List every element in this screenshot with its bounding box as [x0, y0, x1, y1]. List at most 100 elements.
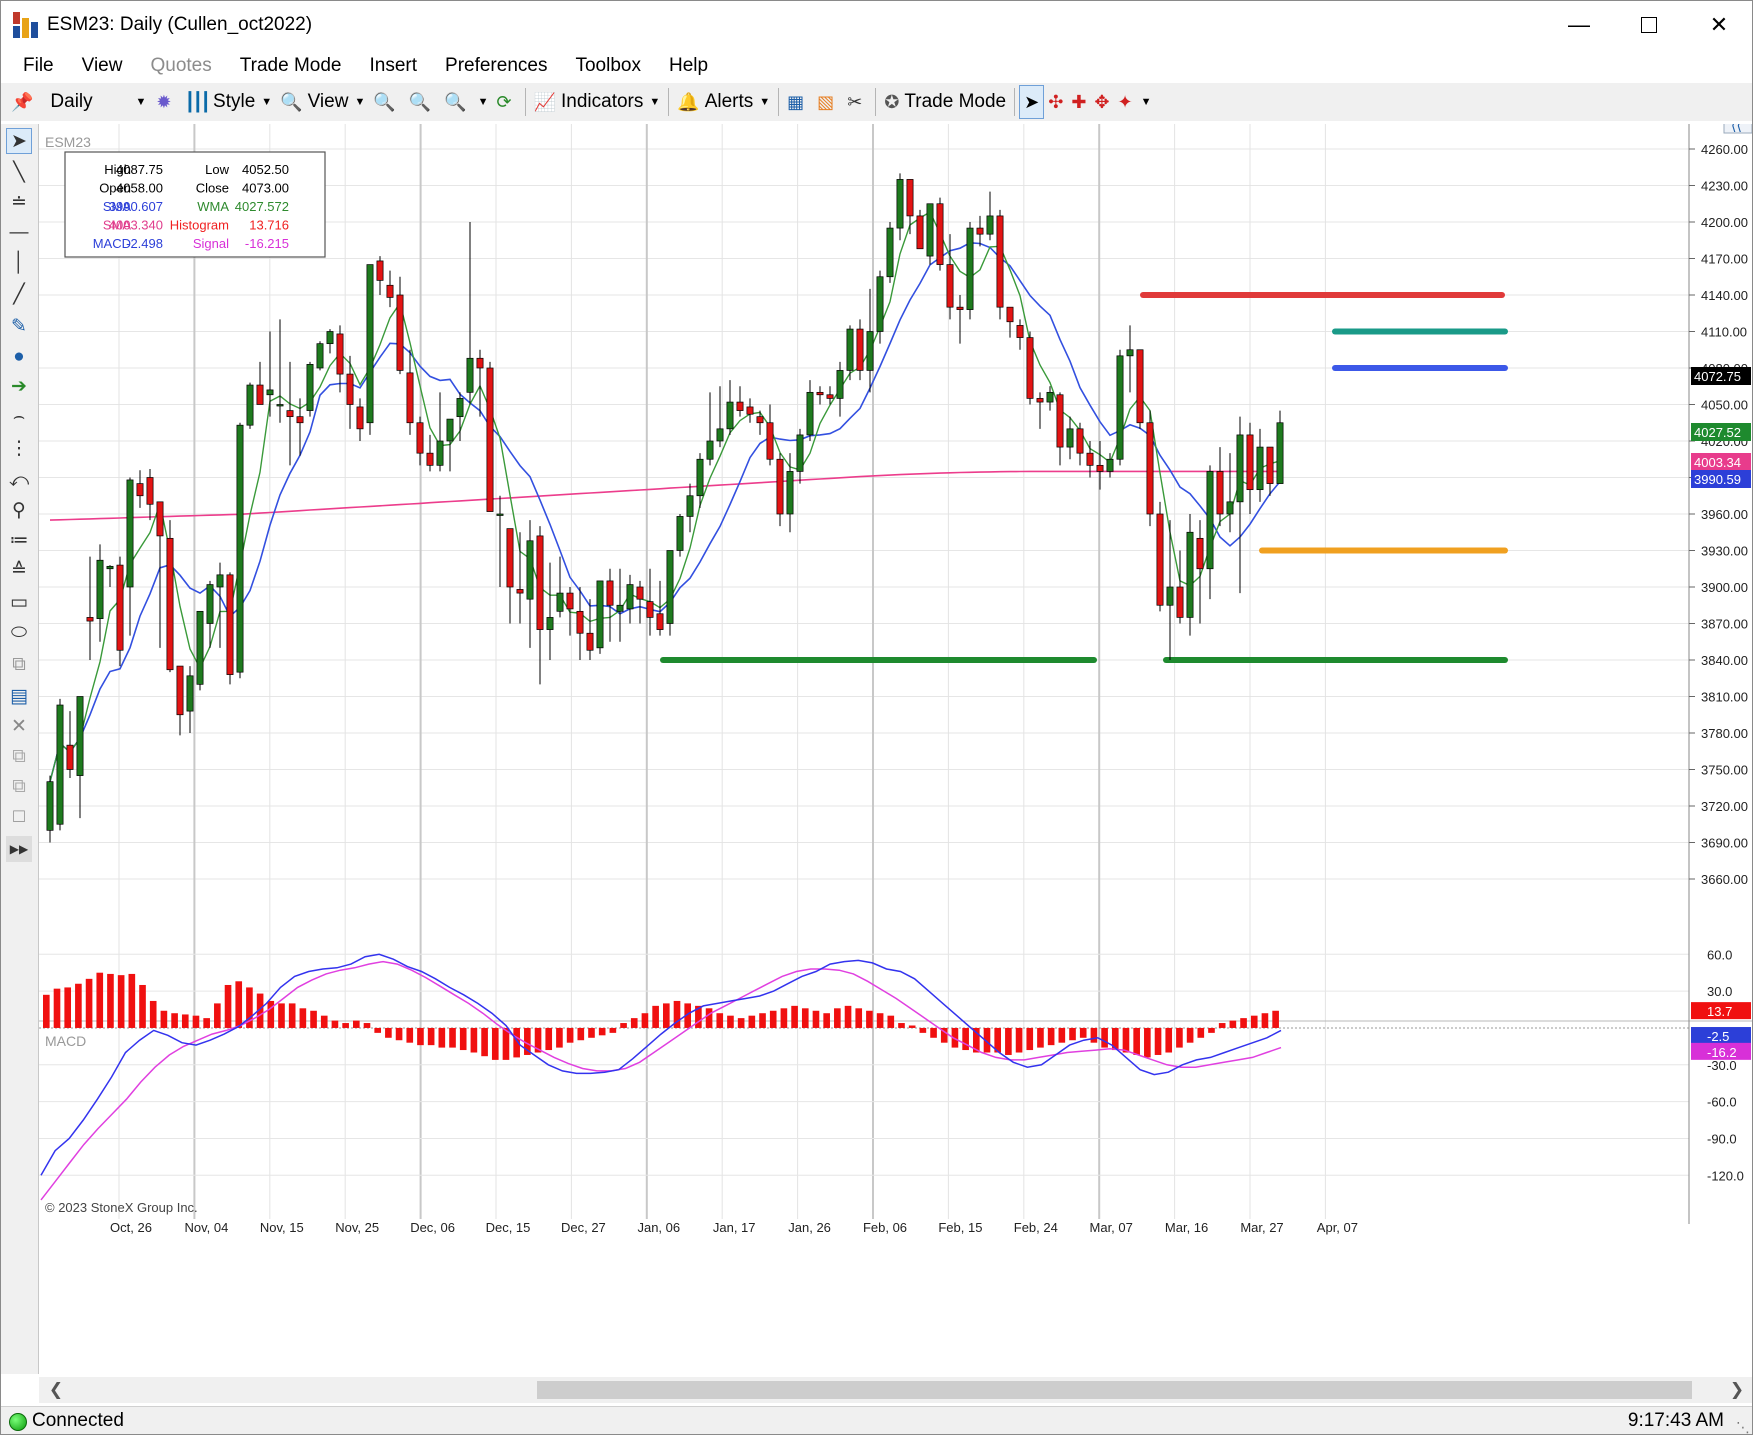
- arrow-tool-button[interactable]: ➔: [6, 374, 32, 400]
- style-button[interactable]: ┃┃┃ Style ▼: [181, 85, 277, 119]
- note-icon: ✎: [11, 316, 27, 337]
- zoom-menu-button[interactable]: 🔍 ▼: [440, 85, 492, 119]
- down-candle: [1246, 434, 1254, 491]
- date-label: Nov, 15: [260, 1220, 304, 1235]
- macd-tick-label: -30.0: [1707, 1058, 1737, 1073]
- pitchfork-tool-button[interactable]: ⚲: [6, 498, 32, 524]
- crosshair-lines-button[interactable]: ✚: [1067, 85, 1090, 119]
- draw-button[interactable]: ✹: [152, 85, 180, 119]
- macd-histogram-bar: [310, 1010, 317, 1028]
- macd-histogram-bar: [470, 1027, 478, 1053]
- horizontal-scrollbar[interactable]: ❮ ❯: [39, 1377, 1752, 1403]
- pointer-tool-button[interactable]: ➤: [1019, 85, 1045, 119]
- regression-tool-button[interactable]: ≙: [6, 558, 32, 584]
- down-candle: [1026, 337, 1034, 399]
- scroll-left-button[interactable]: ❮: [43, 1377, 69, 1403]
- scroll-right-button[interactable]: ❯: [1724, 1377, 1750, 1403]
- ellipse-tool-button[interactable]: ⬭: [6, 620, 32, 646]
- menu-insert[interactable]: Insert: [355, 49, 431, 83]
- fibonacci-tool-button[interactable]: ⋮: [6, 436, 32, 462]
- price-tag-label: 4003.34: [1694, 455, 1741, 470]
- callout-tool-button[interactable]: ●: [6, 344, 32, 370]
- alerts-button[interactable]: 🔔 Alerts ▼: [673, 85, 774, 119]
- down-candle: [516, 589, 524, 594]
- expand-tools-button[interactable]: ▶▶: [6, 836, 32, 862]
- menu-view[interactable]: View: [68, 49, 137, 83]
- down-candle: [916, 215, 924, 250]
- price-tick-label: 3660.00: [1701, 872, 1748, 887]
- menu-file[interactable]: File: [1, 49, 68, 83]
- pin-button[interactable]: 📌: [1, 85, 42, 119]
- resize-grip-icon[interactable]: ⋱: [1736, 1419, 1750, 1434]
- arc-tool-button[interactable]: ⌢: [6, 404, 32, 430]
- macd-histogram-bar: [203, 1018, 210, 1028]
- down-candle: [656, 613, 664, 630]
- down-candle: [346, 373, 354, 405]
- gann-fan-icon: ⤺: [8, 470, 30, 491]
- text-note-tool-button[interactable]: ✎: [6, 314, 32, 340]
- layers-icon: ⧉: [12, 746, 26, 767]
- main-toolbar: 📌 Daily ▼ ✹ ┃┃┃ Style ▼ 🔍 View ▼ 🔍 🔍 🔍 ▼ ⟳ 📈 I…: [1, 83, 1752, 121]
- quote-board-button[interactable]: ▦: [783, 85, 813, 119]
- macd-histogram-bar: [855, 1008, 863, 1028]
- menu-toolbox[interactable]: Toolbox: [561, 49, 655, 83]
- channel-tool-button[interactable]: ≐: [6, 190, 32, 216]
- fan-tool-button[interactable]: ≔: [6, 528, 32, 554]
- scrollbar-thumb[interactable]: [537, 1381, 1692, 1399]
- trade-mode-button[interactable]: ✪ Trade Mode: [880, 85, 1010, 119]
- macd-histogram-bar: [395, 1027, 403, 1041]
- data-window-label: WMA: [197, 199, 229, 214]
- down-candle: [636, 586, 644, 600]
- gann-tool-button[interactable]: ⤺: [6, 468, 32, 494]
- parallel-lines-icon: ╱: [13, 284, 25, 305]
- indicators-button[interactable]: 📈 Indicators ▼: [530, 85, 665, 119]
- menu-preferences[interactable]: Preferences: [431, 49, 561, 83]
- color-scheme-button[interactable]: ▧: [813, 85, 843, 119]
- select-area-button[interactable]: □: [6, 804, 32, 830]
- crosshair-button[interactable]: ✣: [1044, 85, 1067, 119]
- menu-help[interactable]: Help: [655, 49, 722, 83]
- maximize-button[interactable]: [1614, 1, 1684, 49]
- rectangle-tool-button[interactable]: ▭: [6, 590, 32, 616]
- copy-tool-button[interactable]: ⧉: [6, 652, 32, 678]
- down-candle: [1136, 349, 1144, 424]
- bring-forward-button[interactable]: ⧉: [6, 744, 32, 770]
- up-candle: [56, 704, 64, 825]
- view-button[interactable]: 🔍 View ▼: [276, 85, 369, 119]
- indicators-label: Indicators: [561, 91, 644, 112]
- macd-histogram-bar: [85, 978, 93, 1028]
- toolbar-overflow-button[interactable]: ▼: [1137, 85, 1156, 119]
- magnifier-icon: 🔍: [280, 91, 303, 112]
- period-select[interactable]: Daily ▼: [44, 88, 152, 116]
- vertical-line-tool-button[interactable]: │: [6, 250, 32, 276]
- macd-histogram-bar: [1208, 1027, 1215, 1033]
- horizontal-line-tool-button[interactable]: —: [6, 220, 32, 246]
- toolbar-separator: [875, 88, 877, 116]
- macd-histogram-bar: [481, 1027, 488, 1057]
- crosshair-value-button[interactable]: ✦: [1114, 85, 1137, 119]
- date-label: Dec, 06: [410, 1220, 455, 1235]
- refresh-button[interactable]: ⟳: [492, 85, 520, 119]
- price-tick-label: 3960.00: [1701, 507, 1748, 522]
- macd-histogram-bar: [385, 1027, 392, 1038]
- send-backward-button[interactable]: ⧉: [6, 774, 32, 800]
- parallel-lines-tool-button[interactable]: ╱: [6, 282, 32, 308]
- properties-tool-button[interactable]: ▤: [6, 684, 32, 710]
- select-tool-button[interactable]: ➤: [6, 128, 32, 154]
- close-button[interactable]: ✕: [1684, 1, 1752, 49]
- delete-tool-button[interactable]: ✕: [6, 714, 32, 740]
- zoom-out-button[interactable]: 🔍: [405, 85, 440, 119]
- cut-button[interactable]: ✂: [843, 85, 871, 119]
- macd-histogram-bar: [716, 1013, 724, 1028]
- chart-area[interactable]: ESM23 MACD 4260.00 4230.00 4200.00 4170.00 4…: [39, 124, 1753, 1376]
- menu-trade-mode[interactable]: Trade Mode: [226, 49, 356, 83]
- chevron-down-icon: ▼: [354, 96, 366, 108]
- crosshair-dot-button[interactable]: ✥: [1090, 85, 1113, 119]
- trendline-tool-button[interactable]: ╲: [6, 160, 32, 186]
- up-candle: [96, 559, 104, 619]
- menu-quotes[interactable]: Quotes: [136, 49, 225, 83]
- down-candle: [956, 306, 964, 310]
- collapse-panel-button[interactable]: ⟨⟨: [1723, 124, 1752, 134]
- minimize-button[interactable]: —: [1544, 1, 1614, 49]
- zoom-in-button[interactable]: 🔍: [369, 85, 404, 119]
